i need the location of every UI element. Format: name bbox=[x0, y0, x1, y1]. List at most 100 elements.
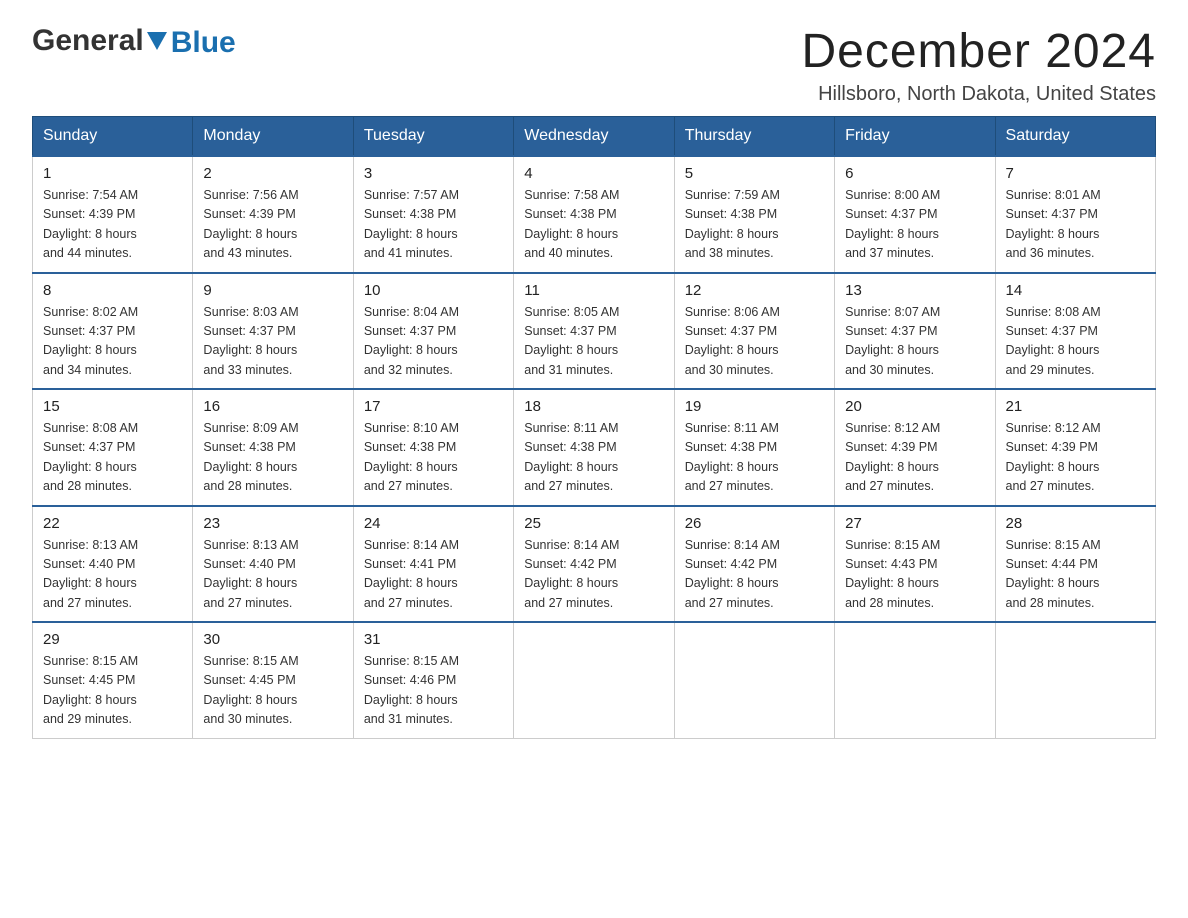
day-number: 18 bbox=[524, 398, 663, 415]
day-number: 1 bbox=[43, 165, 182, 182]
day-info: Sunrise: 8:13 AMSunset: 4:40 PMDaylight:… bbox=[203, 536, 342, 614]
table-row: 2Sunrise: 7:56 AMSunset: 4:39 PMDaylight… bbox=[193, 156, 353, 273]
header-sunday: Sunday bbox=[33, 117, 193, 157]
table-row bbox=[995, 622, 1155, 738]
calendar-week-row: 8 Sunrise: 8:02 AMSunset: 4:37 PMDaylight… bbox=[33, 273, 1156, 390]
calendar-week-row: 1 Sunrise: 7:54 AMSunset: 4:39 PMDaylight… bbox=[33, 156, 1156, 273]
table-row: 9 Sunrise: 8:03 AMSunset: 4:37 PMDaylight… bbox=[193, 273, 353, 390]
header-wednesday: Wednesday bbox=[514, 117, 674, 157]
day-number: 8 bbox=[43, 282, 182, 299]
table-row: 21 Sunrise: 8:12 AMSunset: 4:39 PMDayligh… bbox=[995, 389, 1155, 506]
table-row: 13 Sunrise: 8:07 AMSunset: 4:37 PMDayligh… bbox=[835, 273, 995, 390]
header-thursday: Thursday bbox=[674, 117, 834, 157]
day-info: Sunrise: 7:59 AMSunset: 4:38 PMDaylight:… bbox=[685, 186, 824, 264]
header-tuesday: Tuesday bbox=[353, 117, 513, 157]
calendar-table: Sunday Monday Tuesday Wednesday Thursday… bbox=[32, 116, 1156, 739]
day-info: Sunrise: 8:10 AMSunset: 4:38 PMDaylight:… bbox=[364, 419, 503, 497]
table-row: 7 Sunrise: 8:01 AMSunset: 4:37 PMDaylight… bbox=[995, 156, 1155, 273]
day-info: Sunrise: 8:14 AMSunset: 4:42 PMDaylight:… bbox=[685, 536, 824, 614]
day-info: Sunrise: 8:15 AMSunset: 4:45 PMDaylight:… bbox=[43, 652, 182, 730]
table-row: 8 Sunrise: 8:02 AMSunset: 4:37 PMDaylight… bbox=[33, 273, 193, 390]
table-row bbox=[835, 622, 995, 738]
day-number: 9 bbox=[203, 282, 342, 299]
page-header: General Blue December 2024 Hillsboro, No… bbox=[32, 24, 1156, 106]
table-row: 25 Sunrise: 8:14 AMSunset: 4:42 PMDayligh… bbox=[514, 506, 674, 623]
table-row: 22 Sunrise: 8:13 AMSunset: 4:40 PMDayligh… bbox=[33, 506, 193, 623]
day-info: Sunrise: 8:13 AMSunset: 4:40 PMDaylight:… bbox=[43, 536, 182, 614]
day-info: Sunrise: 8:11 AMSunset: 4:38 PMDaylight:… bbox=[524, 419, 663, 497]
table-row: 4 Sunrise: 7:58 AMSunset: 4:38 PMDaylight… bbox=[514, 156, 674, 273]
day-number: 19 bbox=[685, 398, 824, 415]
day-number: 26 bbox=[685, 515, 824, 532]
day-info: Sunrise: 8:12 AMSunset: 4:39 PMDaylight:… bbox=[1006, 419, 1145, 497]
table-row: 19 Sunrise: 8:11 AMSunset: 4:38 PMDayligh… bbox=[674, 389, 834, 506]
table-row: 31Sunrise: 8:15 AMSunset: 4:46 PMDayligh… bbox=[353, 622, 513, 738]
day-info: Sunrise: 8:01 AMSunset: 4:37 PMDaylight:… bbox=[1006, 186, 1145, 264]
table-row: 14 Sunrise: 8:08 AMSunset: 4:37 PMDayligh… bbox=[995, 273, 1155, 390]
calendar-header-row: Sunday Monday Tuesday Wednesday Thursday… bbox=[33, 117, 1156, 157]
calendar-week-row: 29 Sunrise: 8:15 AMSunset: 4:45 PMDayligh… bbox=[33, 622, 1156, 738]
day-number: 28 bbox=[1006, 515, 1145, 532]
day-info: Sunrise: 8:15 AMSunset: 4:45 PMDaylight:… bbox=[203, 652, 342, 730]
table-row: 12Sunrise: 8:06 AMSunset: 4:37 PMDayligh… bbox=[674, 273, 834, 390]
day-info: Sunrise: 7:54 AMSunset: 4:39 PMDaylight:… bbox=[43, 186, 182, 264]
day-info: Sunrise: 8:03 AMSunset: 4:37 PMDaylight:… bbox=[203, 303, 342, 381]
day-number: 7 bbox=[1006, 165, 1145, 182]
day-number: 5 bbox=[685, 165, 824, 182]
calendar-week-row: 22 Sunrise: 8:13 AMSunset: 4:40 PMDayligh… bbox=[33, 506, 1156, 623]
logo: General Blue bbox=[32, 24, 236, 58]
day-info: Sunrise: 8:14 AMSunset: 4:42 PMDaylight:… bbox=[524, 536, 663, 614]
day-info: Sunrise: 8:14 AMSunset: 4:41 PMDaylight:… bbox=[364, 536, 503, 614]
table-row: 10 Sunrise: 8:04 AMSunset: 4:37 PMDayligh… bbox=[353, 273, 513, 390]
header-saturday: Saturday bbox=[995, 117, 1155, 157]
day-info: Sunrise: 8:04 AMSunset: 4:37 PMDaylight:… bbox=[364, 303, 503, 381]
table-row: 5 Sunrise: 7:59 AMSunset: 4:38 PMDaylight… bbox=[674, 156, 834, 273]
table-row: 28 Sunrise: 8:15 AMSunset: 4:44 PMDayligh… bbox=[995, 506, 1155, 623]
day-number: 4 bbox=[524, 165, 663, 182]
day-number: 22 bbox=[43, 515, 182, 532]
day-info: Sunrise: 8:11 AMSunset: 4:38 PMDaylight:… bbox=[685, 419, 824, 497]
table-row: 11Sunrise: 8:05 AMSunset: 4:37 PMDayligh… bbox=[514, 273, 674, 390]
calendar-week-row: 15Sunrise: 8:08 AMSunset: 4:37 PMDayligh… bbox=[33, 389, 1156, 506]
day-info: Sunrise: 8:08 AMSunset: 4:37 PMDaylight:… bbox=[43, 419, 182, 497]
day-info: Sunrise: 8:05 AMSunset: 4:37 PMDaylight:… bbox=[524, 303, 663, 381]
table-row: 29 Sunrise: 8:15 AMSunset: 4:45 PMDayligh… bbox=[33, 622, 193, 738]
day-info: Sunrise: 8:15 AMSunset: 4:44 PMDaylight:… bbox=[1006, 536, 1145, 614]
day-number: 24 bbox=[364, 515, 503, 532]
day-number: 16 bbox=[203, 398, 342, 415]
table-row: 15Sunrise: 8:08 AMSunset: 4:37 PMDayligh… bbox=[33, 389, 193, 506]
title-area: December 2024 Hillsboro, North Dakota, U… bbox=[801, 24, 1156, 106]
day-info: Sunrise: 8:07 AMSunset: 4:37 PMDaylight:… bbox=[845, 303, 984, 381]
day-info: Sunrise: 8:02 AMSunset: 4:37 PMDaylight:… bbox=[43, 303, 182, 381]
day-number: 17 bbox=[364, 398, 503, 415]
day-number: 27 bbox=[845, 515, 984, 532]
logo-text: General bbox=[32, 24, 144, 58]
table-row bbox=[674, 622, 834, 738]
table-row: 18 Sunrise: 8:11 AMSunset: 4:38 PMDayligh… bbox=[514, 389, 674, 506]
day-number: 29 bbox=[43, 631, 182, 648]
table-row: 26 Sunrise: 8:14 AMSunset: 4:42 PMDayligh… bbox=[674, 506, 834, 623]
day-number: 14 bbox=[1006, 282, 1145, 299]
day-number: 10 bbox=[364, 282, 503, 299]
day-number: 23 bbox=[203, 515, 342, 532]
day-info: Sunrise: 8:00 AMSunset: 4:37 PMDaylight:… bbox=[845, 186, 984, 264]
day-info: Sunrise: 8:06 AMSunset: 4:37 PMDaylight:… bbox=[685, 303, 824, 381]
header-monday: Monday bbox=[193, 117, 353, 157]
table-row: 23 Sunrise: 8:13 AMSunset: 4:40 PMDayligh… bbox=[193, 506, 353, 623]
table-row: 17 Sunrise: 8:10 AMSunset: 4:38 PMDayligh… bbox=[353, 389, 513, 506]
table-row: 20 Sunrise: 8:12 AMSunset: 4:39 PMDayligh… bbox=[835, 389, 995, 506]
day-info: Sunrise: 8:15 AMSunset: 4:43 PMDaylight:… bbox=[845, 536, 984, 614]
day-number: 13 bbox=[845, 282, 984, 299]
day-info: Sunrise: 8:09 AMSunset: 4:38 PMDaylight:… bbox=[203, 419, 342, 497]
table-row: 16 Sunrise: 8:09 AMSunset: 4:38 PMDayligh… bbox=[193, 389, 353, 506]
day-info: Sunrise: 8:12 AMSunset: 4:39 PMDaylight:… bbox=[845, 419, 984, 497]
day-number: 25 bbox=[524, 515, 663, 532]
day-info: Sunrise: 7:58 AMSunset: 4:38 PMDaylight:… bbox=[524, 186, 663, 264]
month-title: December 2024 bbox=[801, 24, 1156, 79]
table-row: 24 Sunrise: 8:14 AMSunset: 4:41 PMDayligh… bbox=[353, 506, 513, 623]
day-number: 21 bbox=[1006, 398, 1145, 415]
table-row: 30Sunrise: 8:15 AMSunset: 4:45 PMDayligh… bbox=[193, 622, 353, 738]
day-number: 20 bbox=[845, 398, 984, 415]
day-info: Sunrise: 8:08 AMSunset: 4:37 PMDaylight:… bbox=[1006, 303, 1145, 381]
day-number: 31 bbox=[364, 631, 503, 648]
